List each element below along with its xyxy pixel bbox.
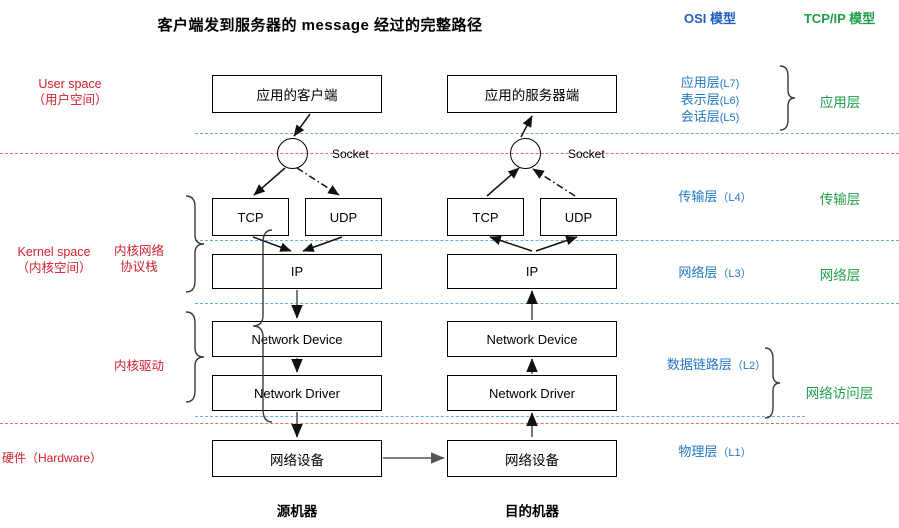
user-space-annotation: User space （用户空间）	[5, 76, 135, 108]
arrow-source-socket-to-udp	[296, 167, 340, 196]
source-tcp-box[interactable]: TCP	[212, 198, 289, 236]
kernel-driver-label: 内核驱动	[113, 359, 164, 373]
source-hw-network-device-box[interactable]: 网络设备	[212, 440, 382, 477]
osi-layer-l4-name: 传输层	[678, 189, 718, 204]
osi-layer-l2: 数据链路层（L2）	[634, 356, 799, 375]
dest-udp-box[interactable]: UDP	[540, 198, 617, 236]
user-space-label-cn: （用户空间）	[32, 93, 108, 107]
hardware-annotation: 硬件（Hardware）	[2, 450, 147, 466]
osi-layer-l5: 会话层(L5)	[640, 108, 780, 127]
user-space-label-en: User space	[38, 77, 102, 91]
kernel-net-stack-annotation: 内核网络 协议栈	[94, 243, 184, 275]
source-ip-box[interactable]: IP	[212, 254, 382, 289]
source-machine-caption: 源机器	[276, 504, 318, 519]
separator-userspace-kernel-red	[0, 153, 899, 154]
tcpip-model-heading: TCP/IP 模型	[803, 11, 876, 26]
osi-layer-l1: 物理层（L1）	[640, 443, 790, 462]
osi-layer-l3-name: 网络层	[678, 265, 718, 280]
source-app-client-box[interactable]: 应用的客户端	[212, 75, 382, 113]
source-socket-label: Socket	[332, 147, 369, 161]
arrow-source-socket-to-tcp	[253, 167, 286, 196]
separator-l2-l1-blue	[195, 416, 805, 417]
osi-layer-l3-level: （L3）	[717, 268, 752, 280]
hardware-label: 硬件（Hardware）	[2, 451, 103, 465]
dest-ip-box[interactable]: IP	[447, 254, 617, 289]
dest-network-driver-box[interactable]: Network Driver	[447, 375, 617, 411]
dest-network-device-box[interactable]: Network Device	[447, 321, 617, 357]
source-network-driver-box[interactable]: Network Driver	[212, 375, 382, 411]
osi-layer-l2-level: （L2）	[731, 360, 767, 372]
kernel-net-stack-label-line2: 协议栈	[120, 260, 158, 274]
osi-layer-l2-name: 数据链路层	[666, 357, 732, 372]
arrow-dest-tcp-to-socket	[486, 167, 520, 197]
osi-layer-l4-level: （L4）	[717, 192, 752, 204]
arrow-dest-udp-to-socket	[532, 168, 576, 197]
tcpip-layer-network-access: 网络访问层	[805, 386, 874, 401]
separator-l3-l2-blue	[195, 303, 899, 304]
diagram-canvas: 客户端发到服务器的 message 经过的完整路径 OSI 模型 TCP/IP …	[0, 0, 899, 528]
kernel-driver-annotation: 内核驱动	[94, 358, 184, 374]
dest-socket-circle[interactable]	[510, 138, 541, 169]
osi-layer-l6-name: 表示层	[680, 92, 720, 107]
brace-kernel-driver	[185, 311, 205, 403]
kernel-net-stack-label-line1: 内核网络	[113, 244, 164, 258]
tcpip-layer-transport: 传输层	[819, 192, 861, 207]
osi-model-heading: OSI 模型	[683, 11, 736, 26]
dest-socket-label: Socket	[568, 147, 605, 161]
osi-layer-l1-level: （L1）	[717, 447, 752, 459]
dest-hw-network-device-box[interactable]: 网络设备	[447, 440, 617, 477]
osi-layer-l6-level: (L6)	[719, 95, 740, 107]
osi-layer-l1-name: 物理层	[678, 444, 718, 459]
source-network-device-box[interactable]: Network Device	[212, 321, 382, 357]
osi-layer-l3: 网络层（L3）	[640, 264, 790, 283]
osi-layer-l5-name: 会话层	[680, 109, 720, 124]
osi-layer-l7-level: (L7)	[719, 78, 740, 90]
separator-kernel-hardware-red	[0, 423, 899, 424]
kernel-space-annotation: Kernel space （内核空间）	[0, 244, 108, 276]
tcpip-layer-internet: 网络层	[819, 268, 861, 283]
brace-kernel-net-stack	[185, 195, 205, 293]
page-title: 客户端发到服务器的 message 经过的完整路径	[157, 17, 483, 34]
osi-layer-l5-level: (L5)	[719, 112, 740, 124]
source-socket-circle[interactable]	[277, 138, 308, 169]
kernel-space-label-cn: （内核空间）	[16, 261, 92, 275]
dest-tcp-box[interactable]: TCP	[447, 198, 524, 236]
source-udp-box[interactable]: UDP	[305, 198, 382, 236]
osi-layer-l7-name: 应用层	[680, 75, 720, 90]
dest-app-server-box[interactable]: 应用的服务器端	[447, 75, 617, 113]
tcpip-layer-application: 应用层	[819, 95, 861, 110]
separator-l7-l4-blue	[195, 133, 899, 134]
osi-layer-l4: 传输层（L4）	[640, 188, 790, 207]
kernel-space-label-en: Kernel space	[17, 245, 91, 259]
dest-machine-caption: 目的机器	[505, 504, 559, 519]
separator-l4-l3-blue	[195, 240, 899, 241]
